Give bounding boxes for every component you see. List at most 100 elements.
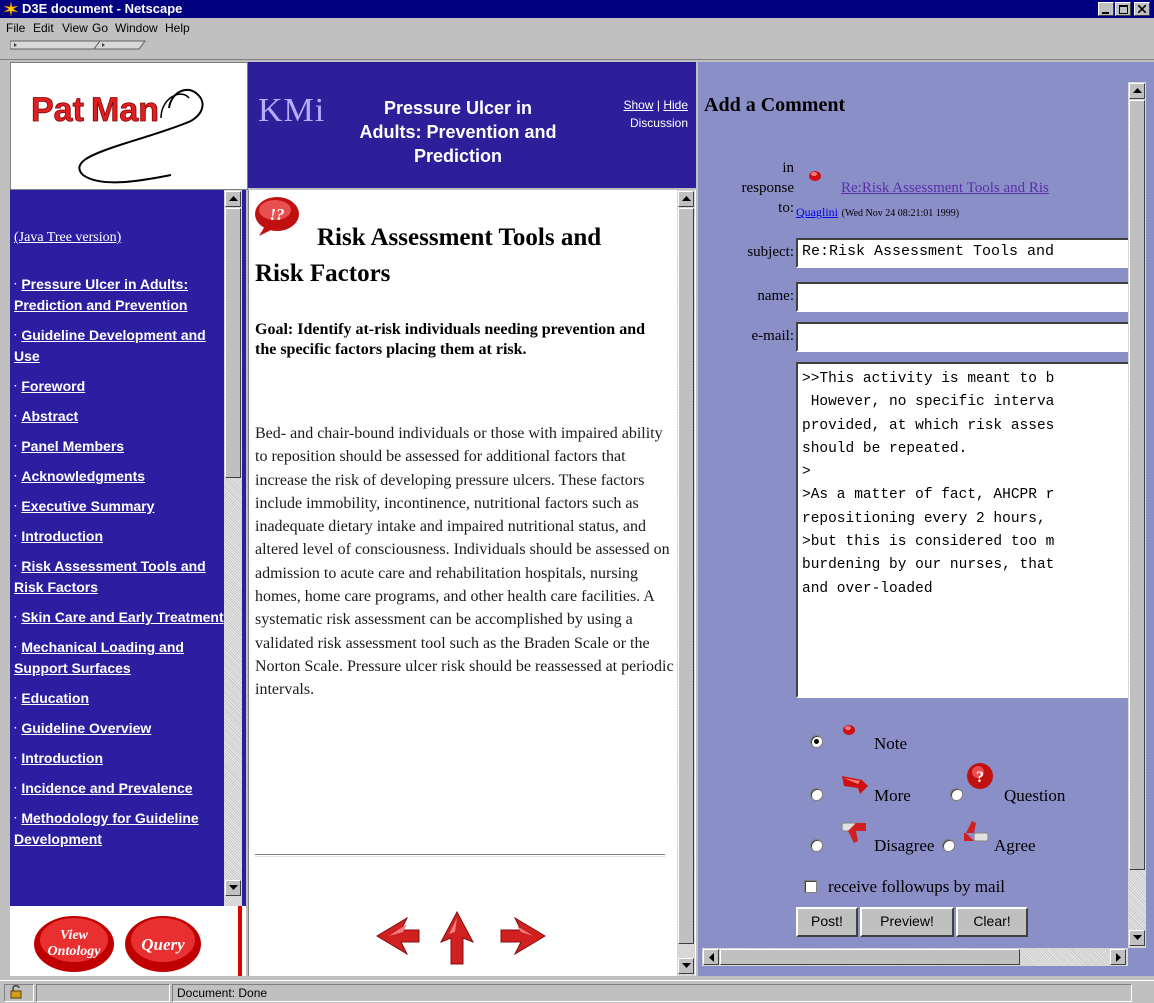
nav-item-pressure-ulcer[interactable]: · Pressure Ulcer in Adults: Prediction an… bbox=[14, 274, 226, 316]
nav-item-skin-care[interactable]: · Skin Care and Early Treatment bbox=[14, 607, 226, 628]
thumbs-down-icon bbox=[841, 822, 866, 843]
more-radio[interactable] bbox=[810, 788, 823, 801]
response-author-line: Quaglini (Wed Nov 24 08:21:01 1999) bbox=[796, 204, 959, 220]
query-button[interactable]: Query bbox=[125, 916, 201, 972]
menu-window[interactable]: Window bbox=[115, 21, 158, 35]
nav-item-education[interactable]: · Education bbox=[14, 688, 226, 709]
menu-help[interactable]: Help bbox=[165, 21, 190, 35]
name-label: name: bbox=[757, 288, 794, 304]
lock-icon bbox=[10, 985, 22, 999]
author-link[interactable]: Quaglini bbox=[796, 205, 838, 219]
content-title: Risk Assessment Tools and Risk Factors bbox=[255, 224, 602, 287]
next-arrow-icon[interactable] bbox=[500, 916, 546, 956]
comment-scroll-left-button[interactable] bbox=[703, 949, 719, 965]
nav-item-guideline-overview[interactable]: · Guideline Overview bbox=[14, 718, 226, 739]
goal-text: Goal: Identify at-risk individuals needi… bbox=[255, 321, 645, 358]
message-textarea[interactable]: >>This activity is meant to b However, n… bbox=[796, 362, 1136, 698]
disagree-radio[interactable] bbox=[810, 839, 823, 852]
more-icon bbox=[842, 776, 868, 794]
svg-text:Query: Query bbox=[141, 935, 185, 954]
svg-text:Pat: Pat bbox=[31, 91, 84, 129]
content-scroll-down-button[interactable] bbox=[678, 958, 694, 974]
previous-arrow-icon[interactable] bbox=[376, 916, 420, 956]
comment-vscroll-thumb[interactable] bbox=[1129, 100, 1145, 870]
nav-item-methodology[interactable]: · Methodology for Guideline Development bbox=[14, 808, 226, 850]
arrow-left-icon bbox=[709, 953, 714, 962]
close-button[interactable] bbox=[1134, 2, 1150, 16]
menu-view[interactable]: View bbox=[62, 21, 88, 35]
navigation-frame: (Java Tree version) · Pressure Ulcer in A… bbox=[10, 190, 246, 906]
name-field[interactable] bbox=[796, 282, 1136, 312]
nav-item-mechanical-loading[interactable]: · Mechanical Loading and Support Surfaces bbox=[14, 637, 226, 679]
response-link[interactable]: Re:Risk Assessment Tools and Ris bbox=[841, 180, 1049, 197]
question-radio[interactable] bbox=[950, 788, 963, 801]
content-scroll-up-button[interactable] bbox=[678, 191, 694, 207]
agree-radio[interactable] bbox=[942, 839, 955, 852]
page-title: Pressure Ulcer in Adults: Prevention and… bbox=[359, 98, 557, 166]
arrow-up-icon bbox=[682, 196, 691, 201]
agree-label: Agree bbox=[994, 836, 1036, 855]
arrow-up-icon bbox=[229, 196, 238, 201]
arrow-down-icon bbox=[1133, 935, 1142, 940]
comment-hscrollbar[interactable] bbox=[702, 948, 1128, 966]
comment-scroll-right-button[interactable] bbox=[1110, 949, 1126, 965]
thumbs-up-icon bbox=[964, 821, 989, 842]
nav-scroll-thumb[interactable] bbox=[225, 208, 241, 478]
post-button[interactable]: Post! bbox=[796, 907, 858, 937]
nav-item-executive-summary[interactable]: · Executive Summary bbox=[14, 496, 226, 517]
note-radio[interactable] bbox=[810, 735, 823, 748]
comment-scroll-down-button[interactable] bbox=[1129, 930, 1145, 946]
nav-item-risk-assessment[interactable]: · Risk Assessment Tools and Risk Factors bbox=[14, 556, 226, 598]
java-tree-link[interactable]: (Java Tree version) bbox=[14, 230, 121, 246]
hide-discussion-link[interactable]: Hide bbox=[663, 98, 688, 112]
followups-checkbox[interactable] bbox=[804, 880, 817, 893]
nav-item-acknowledgments[interactable]: · Acknowledgments bbox=[14, 466, 226, 487]
nav-item-foreword[interactable]: · Foreword bbox=[14, 376, 226, 397]
nav-item-incidence[interactable]: · Incidence and Prevalence bbox=[14, 778, 226, 799]
toolbar-tabs-icon bbox=[10, 40, 146, 50]
arrow-down-icon bbox=[229, 885, 238, 890]
content-scrollbar[interactable] bbox=[677, 190, 695, 976]
show-discussion-link[interactable]: Show bbox=[623, 98, 653, 112]
arrow-down-icon bbox=[682, 963, 691, 968]
window-title: D3E document - Netscape bbox=[22, 1, 183, 16]
progress-cell bbox=[36, 984, 170, 1002]
minimize-button[interactable] bbox=[1098, 2, 1114, 16]
comment-hscroll-thumb[interactable] bbox=[720, 949, 1020, 965]
discussion-label: Discussion bbox=[629, 116, 688, 130]
nav-scroll-up-button[interactable] bbox=[225, 191, 241, 207]
menu-bar: File Edit View Go Window Help bbox=[0, 18, 1154, 38]
disagree-label: Disagree bbox=[874, 836, 935, 855]
logo-frame: Pat Man bbox=[10, 62, 248, 190]
arrow-up-icon bbox=[1133, 88, 1142, 93]
nav-item-guideline-development[interactable]: · Guideline Development and Use bbox=[14, 325, 226, 367]
up-arrow-icon[interactable] bbox=[439, 910, 475, 965]
page-nav-arrows bbox=[376, 910, 546, 965]
view-ontology-button[interactable]: View Ontology bbox=[34, 916, 114, 972]
menu-go[interactable]: Go bbox=[92, 21, 108, 35]
comment-scroll-up-button[interactable] bbox=[1129, 83, 1145, 99]
subject-field[interactable]: Re:Risk Assessment Tools and bbox=[796, 238, 1136, 268]
netscape-icon bbox=[3, 1, 19, 17]
menu-file[interactable]: File bbox=[6, 21, 25, 35]
nav-scroll-down-button[interactable] bbox=[225, 880, 241, 896]
email-field[interactable] bbox=[796, 322, 1136, 352]
menu-edit[interactable]: Edit bbox=[33, 21, 54, 35]
nav-scrollbar[interactable] bbox=[224, 190, 242, 906]
nav-item-abstract[interactable]: · Abstract bbox=[14, 406, 226, 427]
content-scroll-thumb[interactable] bbox=[678, 208, 694, 944]
question-label: Question bbox=[1004, 786, 1066, 805]
nav-item-introduction-2[interactable]: · Introduction bbox=[14, 748, 226, 769]
comment-vscrollbar[interactable] bbox=[1128, 82, 1146, 948]
toolbar-grip[interactable] bbox=[0, 38, 1154, 60]
preview-button[interactable]: Preview! bbox=[860, 907, 954, 937]
arrow-right-icon bbox=[1116, 953, 1121, 962]
nav-item-introduction[interactable]: · Introduction bbox=[14, 526, 226, 547]
discussion-toggle: Show | Hide Discussion bbox=[623, 96, 688, 132]
svg-text:View: View bbox=[60, 928, 89, 943]
clear-button[interactable]: Clear! bbox=[956, 907, 1028, 937]
maximize-button[interactable] bbox=[1115, 2, 1131, 16]
security-cell[interactable] bbox=[4, 984, 34, 1002]
content-body: Bed- and chair-bound individuals or thos… bbox=[255, 425, 674, 699]
nav-item-panel-members[interactable]: · Panel Members bbox=[14, 436, 226, 457]
